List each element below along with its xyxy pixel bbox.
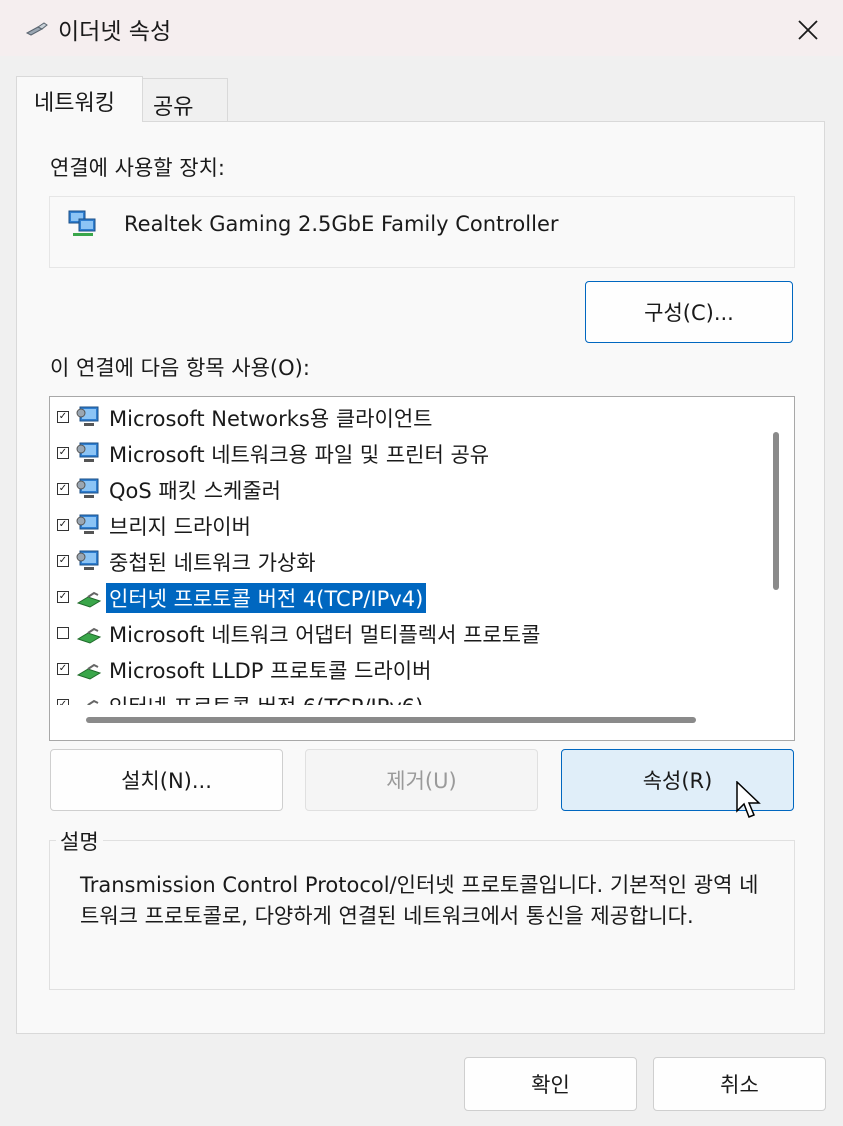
device-name: Realtek Gaming 2.5GbE Family Controller <box>124 212 559 236</box>
install-button[interactable]: 설치(N)... <box>50 749 283 811</box>
network-service-icon <box>76 478 99 498</box>
list-item[interactable]: ✓ QoS 패킷 스케줄러 <box>50 471 762 507</box>
ethernet-cable-icon <box>25 22 48 36</box>
list-item-label: Microsoft 네트워크용 파일 및 프린터 공유 <box>109 443 490 467</box>
list-item[interactable]: ✓ 브리지 드라이버 <box>50 507 762 543</box>
description-text: Transmission Control Protocol/인터넷 프로토콜입니… <box>80 873 759 928</box>
checkbox[interactable]: ✓ <box>57 555 69 567</box>
checkbox[interactable]: ✓ <box>57 447 69 459</box>
list-item-label: 인터넷 프로토콜 버전 4(TCP/IPv4) <box>104 582 428 614</box>
list-item[interactable]: ✓ Microsoft Networks용 클라이언트 <box>50 399 762 435</box>
list-item-label: Microsoft Networks용 클라이언트 <box>109 407 433 431</box>
list-item[interactable]: ✓ Microsoft 네트워크용 파일 및 프린터 공유 <box>50 435 762 471</box>
title-bar: 이더넷 속성 <box>0 0 843 56</box>
configure-button[interactable]: 구성(C)... <box>585 281 793 343</box>
cancel-button[interactable]: 취소 <box>653 1057 826 1111</box>
checkbox[interactable]: ✓ <box>57 411 69 423</box>
connect-using-label: 연결에 사용할 장치: <box>50 156 225 180</box>
network-service-icon <box>76 442 99 462</box>
checkbox[interactable]: ✓ <box>57 663 69 675</box>
vertical-scrollbar[interactable] <box>773 432 779 590</box>
mouse-cursor-icon <box>736 781 761 818</box>
checkbox[interactable]: ✓ <box>57 699 69 705</box>
checkbox[interactable] <box>57 627 69 639</box>
components-list[interactable]: ✓ Microsoft Networks용 클라이언트 ✓ Microsoft … <box>49 396 795 741</box>
list-item-label: Microsoft LLDP 프로토콜 드라이버 <box>109 659 432 683</box>
list-item[interactable]: ✓ Microsoft LLDP 프로토콜 드라이버 <box>50 651 762 687</box>
protocol-icon <box>76 591 102 608</box>
close-button[interactable] <box>780 8 836 52</box>
uninstall-button[interactable]: 제거(U) <box>305 749 538 811</box>
network-service-icon <box>76 550 99 570</box>
tab-networking[interactable]: 네트워킹 <box>16 76 143 122</box>
protocol-icon <box>87 699 99 705</box>
horizontal-scrollbar[interactable] <box>86 717 696 723</box>
list-item[interactable]: Microsoft 네트워크 어댑터 멀티플렉서 프로토콜 <box>50 615 762 651</box>
tab-sharing[interactable]: 공유 <box>142 78 228 122</box>
list-item[interactable]: ✓ 중첩된 네트워크 가상화 <box>50 543 762 579</box>
network-service-icon <box>76 514 99 534</box>
protocol-icon <box>76 663 102 680</box>
network-client-icon <box>76 406 99 426</box>
ok-button[interactable]: 확인 <box>464 1057 637 1111</box>
list-item-label: QoS 패킷 스케줄러 <box>109 479 281 503</box>
checkbox[interactable]: ✓ <box>57 519 69 531</box>
list-item-label: 인터넷 프로토콜 버전 6(TCP/IPv6) <box>109 691 423 705</box>
description-title: 설명 <box>56 826 103 856</box>
protocol-icon <box>76 627 102 644</box>
window-title: 이더넷 속성 <box>58 19 172 45</box>
network-adapter-icon <box>68 210 96 236</box>
list-item-selected[interactable]: ✓ 인터넷 프로토콜 버전 4(TCP/IPv4) <box>50 579 762 615</box>
checkbox[interactable]: ✓ <box>57 483 69 495</box>
list-item-label: 중첩된 네트워크 가상화 <box>109 551 316 575</box>
checkbox[interactable]: ✓ <box>57 591 69 603</box>
close-icon <box>798 20 818 40</box>
items-label: 이 연결에 다음 항목 사용(O): <box>50 356 310 380</box>
list-item-label: 브리지 드라이버 <box>109 515 251 539</box>
list-item[interactable]: ✓ 인터넷 프로토콜 버전 6(TCP/IPv6) <box>50 687 762 705</box>
list-item-label: Microsoft 네트워크 어댑터 멀티플렉서 프로토콜 <box>109 623 541 647</box>
